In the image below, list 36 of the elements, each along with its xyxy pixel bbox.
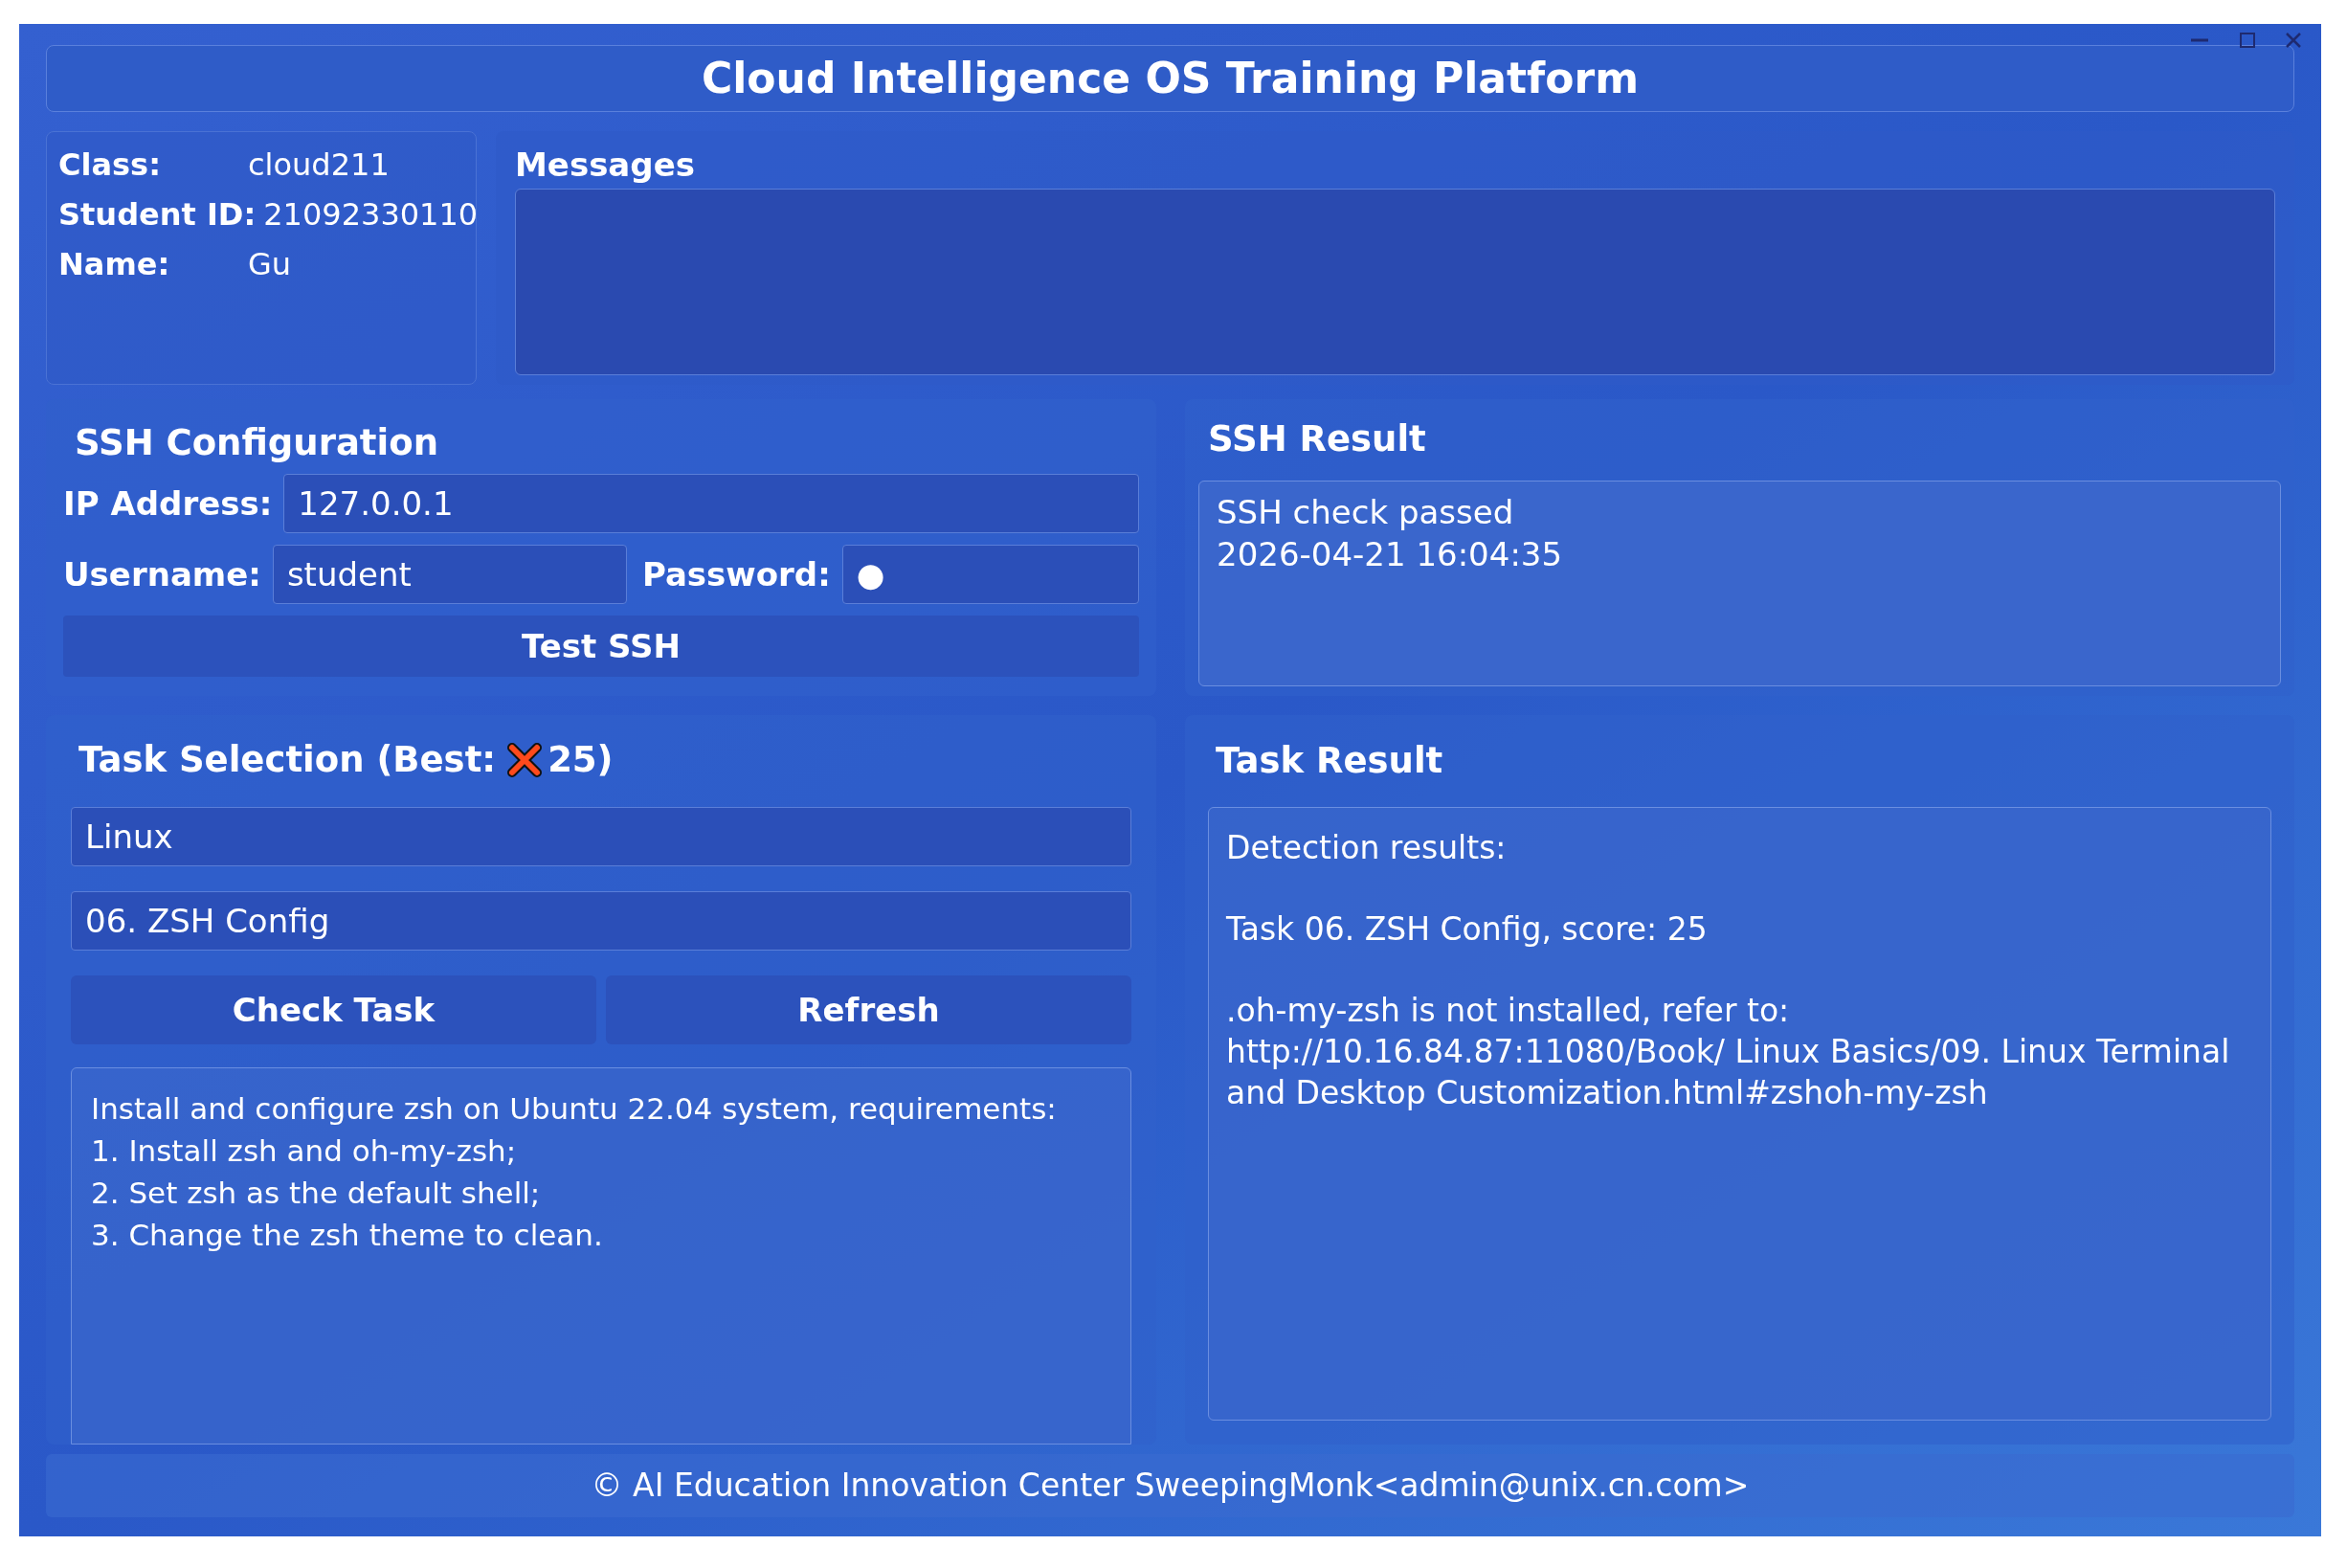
section-heading: SSH Configuration: [74, 421, 439, 465]
field-value: 21092330110: [263, 195, 479, 235]
section-heading: Task Result: [1215, 739, 1444, 783]
description-text: 3. Change the zsh theme to clean.: [91, 1217, 604, 1254]
result-text: .oh-my-zsh is not installed, refer to: http://10.16.84.87:11080/Book/ Linux Basics/09. Linux Terminal and Desktop Customization.html#zshoh-my-zsh: [1226, 991, 2231, 1113]
description-text: Install and configure zsh on Ubuntu 22.04 system, requirements:: [91, 1090, 1058, 1128]
username-field[interactable]: student: [272, 545, 627, 604]
field-label: IP Address:: [63, 482, 273, 525]
field-label: Password:: [641, 553, 831, 595]
field-value: Gu: [248, 245, 292, 284]
description-text: 1. Install zsh and oh-my-zsh;: [91, 1132, 518, 1170]
test-ssh-button[interactable]: Test SSH: [63, 616, 1139, 677]
field-label: Class:: [58, 146, 162, 185]
section-heading: SSH Result: [1207, 417, 1427, 461]
field-value: cloud211: [248, 146, 390, 185]
result-text: 2026-04-21 16:04:35: [1217, 534, 1564, 575]
task-dropdown[interactable]: 06. ZSH Config: [71, 891, 1131, 951]
field-label: Name:: [58, 245, 171, 284]
result-text: Task 06. ZSH Config, score: 25: [1226, 909, 1709, 950]
maximize-icon[interactable]: [2239, 32, 2256, 49]
field-label: Username:: [63, 553, 261, 595]
result-text: SSH check passed: [1217, 492, 1515, 533]
best-score: 25): [548, 738, 614, 783]
result-text: Detection results:: [1226, 828, 1508, 868]
password-field[interactable]: ●: [841, 545, 1139, 604]
section-heading: Task Selection (Best:: [78, 738, 497, 783]
field-label: Student ID:: [58, 195, 257, 235]
window-title: Cloud Intelligence OS Training Platform: [701, 53, 1639, 104]
footer-text: © AI Education Innovation Center SweepingMonk<admin@unix.cn.com>: [591, 1466, 1750, 1507]
section-heading: Messages: [515, 145, 696, 186]
close-icon[interactable]: [2285, 32, 2302, 49]
description-text: 2. Set zsh as the default shell;: [91, 1175, 542, 1212]
action-button[interactable]: Check Task: [71, 975, 596, 1044]
ip-address-field[interactable]: 127.0.0.1: [283, 474, 1139, 533]
category-dropdown[interactable]: Linux: [71, 807, 1131, 866]
action-button[interactable]: Refresh: [606, 975, 1131, 1044]
